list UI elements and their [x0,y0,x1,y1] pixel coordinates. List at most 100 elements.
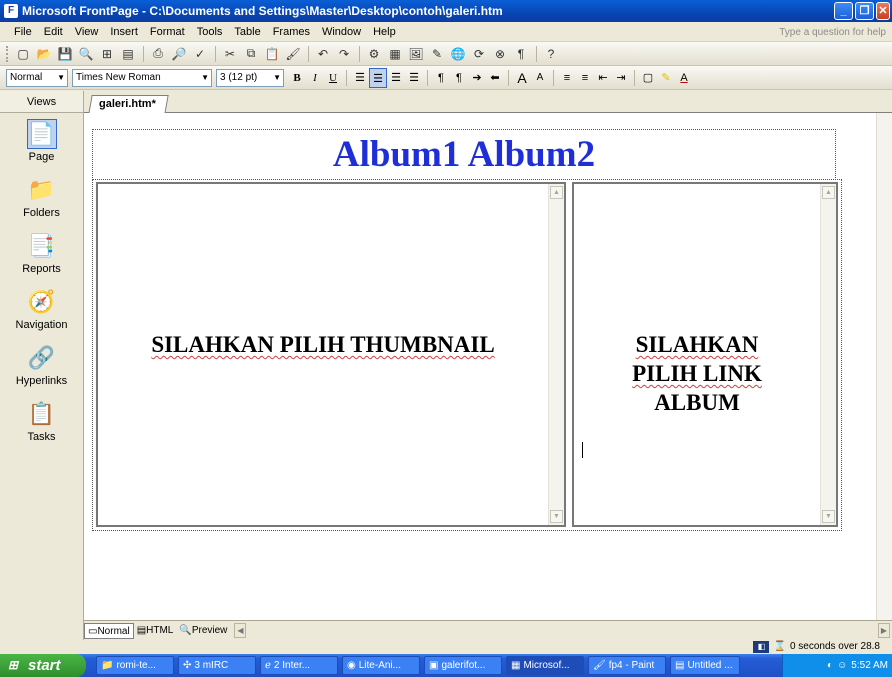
page-editor[interactable]: Album1 Album2 SILAHKAN PILIH THUMBNAIL ▲… [84,113,892,620]
top-frame[interactable]: Album1 Album2 [92,129,836,180]
hyperlink-icon[interactable]: 🌐 [448,44,468,64]
spelling-icon[interactable]: ✓ [190,44,210,64]
toggle-pane-icon[interactable]: ▤ [118,44,138,64]
bold-button[interactable]: B [288,68,306,88]
taskbar-item[interactable]: ✣ 3 mIRC [178,656,256,675]
stop-icon[interactable]: ⊗ [490,44,510,64]
frontpage-app-icon[interactable]: F [4,4,18,18]
italic-button[interactable]: I [306,68,324,88]
style-select[interactable]: Normal ▼ [6,68,68,87]
left-frame[interactable]: SILAHKAN PILIH THUMBNAIL ▲ ▼ [96,182,566,527]
justify-icon[interactable]: ☰ [405,68,423,88]
arrow-right-icon[interactable]: ➔ [468,68,486,88]
print-preview-icon[interactable]: 🔎 [169,44,189,64]
scroll-left-icon[interactable]: ◀ [234,623,247,638]
open-icon[interactable]: 📂 [34,44,54,64]
menu-format[interactable]: Format [144,22,191,42]
right-frame[interactable]: SILAHKAN PILIH LINK ALBUM ▲ ▼ [572,182,838,527]
menu-tools[interactable]: Tools [191,22,229,42]
align-center-icon[interactable]: ☰ [369,67,387,88]
document-tab[interactable]: galeri.htm* [88,95,169,114]
scroll-down-icon[interactable]: ▼ [822,510,835,523]
scroll-right-icon[interactable]: ▶ [878,623,890,638]
font-size-select[interactable]: 3 (12 pt) ▼ [216,68,284,87]
tab-normal[interactable]: ▭Normal [84,622,134,639]
highlight-icon[interactable]: ✎ [657,68,675,88]
toolbar-grip[interactable] [6,45,9,62]
search-icon[interactable]: 🔍 [76,44,96,64]
view-hyperlinks[interactable]: 🔗 Hyperlinks [0,337,83,393]
cut-icon[interactable]: ✂ [220,44,240,64]
menu-frames[interactable]: Frames [267,22,316,42]
taskbar-item-active[interactable]: ▦ Microsof... [506,656,584,675]
editor-vertical-scrollbar[interactable] [876,113,892,620]
refresh-icon[interactable]: ⟳ [469,44,489,64]
insert-picture-icon[interactable]: 🖼 [406,44,426,64]
underline-button[interactable]: U [324,68,342,88]
drawing-icon[interactable]: ✎ [427,44,447,64]
decrease-indent-icon[interactable]: ⇤ [594,68,612,88]
taskbar-item[interactable]: ▤ Untitled ... [670,656,740,675]
menu-view[interactable]: View [69,22,105,42]
menu-edit[interactable]: Edit [38,22,69,42]
start-button[interactable]: ⊞ start [0,654,86,677]
save-icon[interactable]: 💾 [55,44,75,64]
borders-icon[interactable]: ▢ [639,68,657,88]
publish-icon[interactable]: ⊞ [97,44,117,64]
title-bar[interactable]: F Microsoft FrontPage - C:\Documents and… [0,0,892,22]
album-links[interactable]: Album1 Album2 [333,133,595,176]
increase-indent-icon[interactable]: ⇥ [612,68,630,88]
view-navigation[interactable]: 🧭 Navigation [0,281,83,337]
scroll-up-icon[interactable]: ▲ [550,186,563,199]
menu-help[interactable]: Help [367,22,402,42]
format-painter-icon[interactable]: 🖌 [283,44,303,64]
scroll-up-icon[interactable]: ▲ [822,186,835,199]
help-icon[interactable]: ? [541,44,561,64]
web-component-icon[interactable]: ⚙ [364,44,384,64]
menu-file[interactable]: File [8,22,38,42]
font-color-icon[interactable]: A [675,68,693,88]
decrease-font-icon[interactable]: A [531,68,549,88]
menu-window[interactable]: Window [316,22,367,42]
taskbar-item[interactable]: ℯ2 Inter... [260,656,338,675]
show-all-icon[interactable]: ¶ [511,44,531,64]
print-icon[interactable]: ⎙ [148,44,168,64]
increase-font-icon[interactable]: A [513,68,531,88]
taskbar-item[interactable]: 📁 romi-te... [96,656,174,675]
view-tasks[interactable]: 📋 Tasks [0,393,83,449]
minimize-button[interactable]: _ [834,2,853,20]
taskbar-item[interactable]: 🖌 fp4 - Paint [588,656,666,675]
ask-question-input[interactable]: Type a question for help [766,25,886,40]
undo-icon[interactable]: ↶ [313,44,333,64]
view-reports[interactable]: 📑 Reports [0,225,83,281]
maximize-button[interactable]: ❐ [855,2,874,20]
insert-table-icon[interactable]: ▦ [385,44,405,64]
align-right-icon[interactable]: ☰ [387,68,405,88]
new-page-icon[interactable]: ▢ [13,44,33,64]
view-folders[interactable]: 📁 Folders [0,169,83,225]
copy-icon[interactable]: ⧉ [241,44,261,64]
close-button[interactable]: ✕ [876,2,890,20]
bullets-icon[interactable]: ≡ [576,68,594,88]
taskbar-item[interactable]: ◉ Lite-Ani... [342,656,420,675]
right-frame-scrollbar[interactable]: ▲ ▼ [820,184,836,525]
tab-html[interactable]: ▤HTML [134,623,177,639]
align-left-icon[interactable]: ☰ [351,68,369,88]
paste-icon[interactable]: 📋 [262,44,282,64]
tab-preview[interactable]: 🔍Preview [176,623,230,639]
tray-icon[interactable]: ☺ [837,660,847,671]
clock[interactable]: 5:52 AM [851,660,888,671]
taskbar-item[interactable]: ▣ galerifot... [424,656,502,675]
menu-table[interactable]: Table [228,22,266,42]
tray-icon[interactable]: ◐ [827,660,833,671]
font-select[interactable]: Times New Roman ▼ [72,68,212,87]
scroll-down-icon[interactable]: ▼ [550,510,563,523]
redo-icon[interactable]: ↷ [334,44,354,64]
numbering-icon[interactable]: ≡ [558,68,576,88]
rtl-icon[interactable]: ¶ [450,68,468,88]
left-frame-scrollbar[interactable]: ▲ ▼ [548,184,564,525]
ltr-icon[interactable]: ¶ [432,68,450,88]
arrow-left-icon[interactable]: ⬅ [486,68,504,88]
menu-insert[interactable]: Insert [104,22,144,42]
view-page[interactable]: 📄 Page [0,113,83,169]
